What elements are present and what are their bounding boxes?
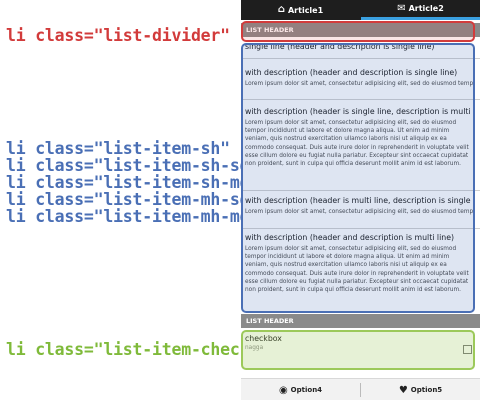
eye-icon: ◉ [278,384,288,396]
top-tab-bar: ⌂ Article1 ✉ Article2 [241,0,480,20]
bottom-tab-bar: ◉ Option4 ♥ Option5 [241,378,480,400]
tab-option5-label: Option5 [410,386,443,394]
list-divider-2: LIST HEADER [241,314,480,328]
tab-article1[interactable]: ⌂ Article1 [241,0,360,20]
annotation-list-item-sh-sd: li class="list-item-sh-sd" [6,156,260,175]
heart-icon: ♥ [398,384,408,396]
annotation-list-divider: li class="list-divider" [6,26,230,45]
tab-option4-label: Option4 [290,386,323,394]
tab-option5[interactable]: ♥ Option5 [361,379,480,400]
envelope-icon: ✉ [397,2,406,14]
annotation-list-item-mh-md: li class="list-item-mh-md" [6,207,260,226]
tab-article1-label: Article1 [287,5,324,15]
annotation-list-item-sh: li class="list-item-sh" [6,139,230,158]
tab-article2-label: Article2 [408,4,444,13]
checkbox-highlight-box [241,330,475,370]
home-icon: ⌂ [277,4,285,15]
annotation-list-item-sh-md: li class="list-item-sh-md" [6,173,260,192]
tab-article2[interactable]: ✉ Article2 [361,0,480,20]
annotation-list-item-mh-sd: li class="list-item-mh-sd" [6,190,260,209]
tab-option4[interactable]: ◉ Option4 [241,379,360,400]
divider-highlight-box [241,21,475,42]
items-highlight-box [241,43,475,313]
